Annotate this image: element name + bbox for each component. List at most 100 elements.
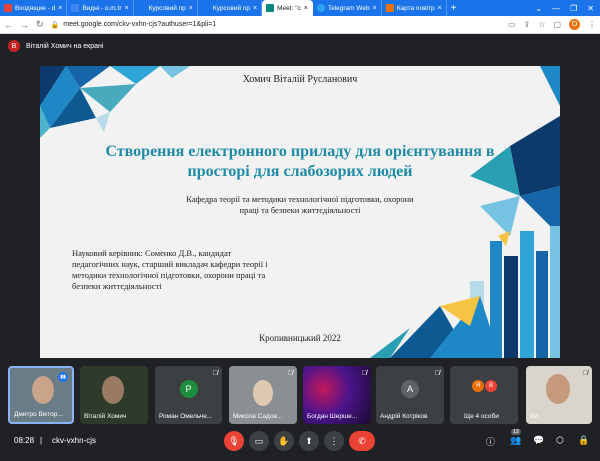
browser-tab-bar: Входящие - d × Видні - o.m.tr × Курсовий п…: [0, 0, 600, 16]
address-bar: ← → ↻ 🔒 meet.google.com/ckv-vxhn-cjs?aut…: [0, 16, 600, 34]
close-window-icon[interactable]: ✕: [587, 4, 594, 13]
docs-icon: [137, 4, 146, 12]
forward-icon[interactable]: →: [20, 20, 29, 30]
presenter-text: Віталій Хомич на екрані: [26, 42, 104, 50]
participant-strip: ▮▮ Дмитро Віктор... Віталій Хомич Р 🎙̸ Р…: [0, 366, 600, 424]
participant-tile[interactable]: ▮▮ Дмитро Віктор...: [8, 366, 74, 424]
mic-off-icon: 🎙̸: [361, 370, 367, 377]
info-icon[interactable]: ⓘ: [486, 435, 495, 448]
tab-label: Курсовий пр: [148, 4, 186, 12]
people-count-badge: 12: [511, 429, 522, 435]
tab-kursovyi-2[interactable]: Курсовий пр ×: [198, 0, 263, 16]
docs-icon: [201, 4, 210, 12]
telegram-icon: [316, 4, 325, 12]
participant-tile[interactable]: 🎙̸ Микола Садов...: [229, 366, 297, 424]
tab-label: Карта повітр: [396, 4, 435, 12]
participant-tile[interactable]: 🎙̸ Ви: [526, 366, 592, 424]
tab-kursovyi-1[interactable]: Курсовий пр ×: [134, 0, 198, 16]
share-icon[interactable]: ⇪: [524, 20, 531, 29]
participant-name: Віталій Хомич: [84, 413, 127, 420]
lock-icon[interactable]: 🔒: [51, 21, 60, 29]
close-icon[interactable]: ×: [189, 5, 193, 12]
participant-tile[interactable]: Р 🎙̸ Роман Омельче...: [155, 366, 222, 424]
participant-name: Ви: [530, 413, 538, 420]
mic-off-button[interactable]: 🎙: [224, 431, 244, 451]
close-icon[interactable]: ×: [304, 5, 308, 12]
meeting-controls: 08:28 | ckv-vxhn-cjs 🎙 ▭ ✋ ⬆ ⋮ ✆ ⓘ 👥 12 …: [0, 428, 600, 461]
meet-icon: [266, 4, 275, 12]
shared-screen-slide: Хомич Віталій Русланович Створення елект…: [40, 66, 560, 358]
raise-hand-button[interactable]: ✋: [274, 431, 294, 451]
close-icon[interactable]: ×: [58, 5, 62, 12]
participant-name: Андрій Котріков: [380, 413, 428, 420]
host-controls-icon[interactable]: 🔒: [578, 435, 589, 446]
slide-title: Створення електронного приладу для орієн…: [105, 143, 495, 180]
avatar: В: [485, 380, 497, 392]
maximize-icon[interactable]: ❐: [570, 4, 577, 13]
participant-tile[interactable]: 🎙̸ Богдан Шерше...: [303, 366, 371, 424]
participant-video: [546, 374, 570, 404]
meeting-time: 08:28: [14, 436, 35, 445]
slide-supervisor: Науковий керівник: Соменко Д.В., кандида…: [72, 248, 268, 291]
tab-label: Telegram Web: [327, 4, 370, 12]
close-icon[interactable]: ×: [373, 5, 377, 12]
chevron-down-icon[interactable]: ⌄: [535, 4, 542, 13]
tab-label: Meet: "c: [277, 4, 301, 12]
url-field[interactable]: meet.google.com/ckv-vxhn-cjs?authuser=1&…: [63, 21, 216, 28]
browser-actions: ▭ ⇪ ☆ ▢ O ⋮: [508, 19, 596, 30]
participant-tile[interactable]: Віталій Хомич: [80, 366, 148, 424]
participant-name: Дмитро Віктор...: [14, 411, 63, 418]
map-icon: [385, 4, 394, 12]
tab-inbox[interactable]: Входящие - d ×: [0, 0, 68, 16]
close-icon[interactable]: ×: [438, 5, 442, 12]
participant-tile[interactable]: А 🎙̸ Андрій Котріков: [376, 366, 444, 424]
slide-city-year: Кропивницький 2022: [259, 333, 341, 343]
separator: |: [40, 436, 43, 445]
meeting-code: ckv-vxhn-cjs: [52, 436, 97, 445]
new-tab-icon[interactable]: +: [451, 3, 457, 14]
avatar: Р: [179, 380, 198, 398]
window-controls: ⌄ — ❐ ✕: [535, 4, 600, 13]
avatar: А: [401, 380, 419, 398]
participant-video: [32, 376, 54, 404]
tab-label: Входящие - d: [15, 4, 56, 12]
leave-call-button[interactable]: ✆: [349, 431, 375, 451]
tab-telegram[interactable]: Telegram Web ×: [313, 0, 382, 16]
tab-map[interactable]: Карта повітр ×: [382, 0, 447, 16]
gmail-icon: [4, 4, 12, 12]
chat-icon[interactable]: 💬: [533, 435, 544, 446]
star-icon[interactable]: ☆: [538, 20, 545, 29]
participant-name: Ще 4 особи: [464, 413, 499, 420]
tab-label: Курсовий пр: [212, 4, 251, 12]
tab-vydni[interactable]: Видні - o.m.tr ×: [67, 0, 134, 16]
participant-video: [253, 380, 273, 406]
slide-author: Хомич Віталій Русланович: [242, 74, 358, 85]
camera-button[interactable]: ▭: [249, 431, 269, 451]
participant-name: Микола Садов...: [233, 413, 283, 420]
people-icon[interactable]: 👥: [510, 435, 521, 446]
tab-label: Видні - o.m.tr: [82, 4, 122, 12]
extension-icon[interactable]: ▢: [553, 20, 561, 29]
presenter-label: В Віталій Хомич на екрані: [8, 40, 103, 52]
profile-avatar[interactable]: O: [569, 19, 580, 30]
participant-name: Роман Омельче...: [159, 413, 213, 420]
close-icon[interactable]: ×: [125, 5, 129, 12]
minimize-icon[interactable]: —: [552, 4, 560, 13]
reload-icon[interactable]: ↻: [36, 19, 44, 30]
avatar: Я: [472, 380, 484, 392]
participant-video: [102, 376, 124, 404]
menu-icon[interactable]: ⋮: [588, 20, 596, 29]
activities-icon[interactable]: ⬡: [556, 435, 564, 446]
mic-off-icon: 🎙̸: [212, 370, 218, 377]
mic-off-icon: 🎙̸: [582, 370, 588, 377]
more-options-button[interactable]: ⋮: [324, 431, 344, 451]
camera-icon[interactable]: ▭: [508, 20, 516, 29]
back-icon[interactable]: ←: [4, 20, 13, 30]
page-icon: [71, 4, 80, 12]
mic-off-icon: 🎙̸: [434, 370, 440, 377]
close-icon[interactable]: ×: [253, 5, 257, 12]
present-button[interactable]: ⬆: [299, 431, 319, 451]
more-participants-tile[interactable]: Я В Ще 4 особи: [450, 366, 518, 424]
avatar: В: [8, 40, 20, 52]
tab-meet[interactable]: Meet: "c ×: [262, 0, 313, 16]
